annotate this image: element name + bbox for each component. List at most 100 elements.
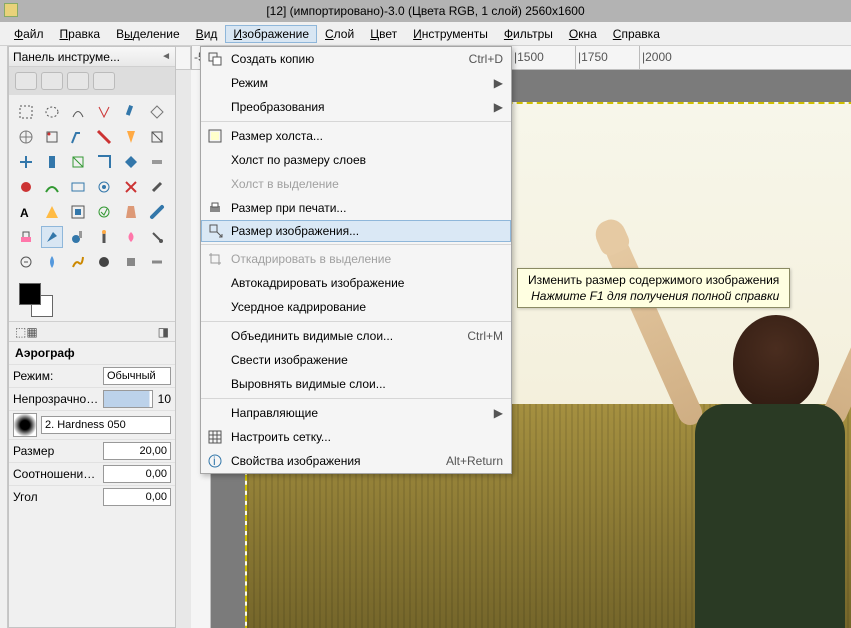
menu-цвет[interactable]: Цвет [362, 25, 405, 43]
tool-scissors[interactable] [146, 101, 168, 123]
tool-pencil[interactable] [146, 176, 168, 198]
menu-item-холст-по-размеру-слоев[interactable]: Холст по размеру слоев [201, 148, 511, 172]
brush-preview[interactable] [13, 413, 37, 437]
tool-line[interactable] [67, 251, 89, 273]
canvas-icon [207, 128, 223, 144]
tool-bucket-fill[interactable] [93, 176, 115, 198]
menu-item-label: Автокадрировать изображение [231, 276, 503, 290]
menu-слой[interactable]: Слой [317, 25, 362, 43]
menu-item-размер-изображения-[interactable]: Размер изображения... [201, 220, 511, 242]
tool-perspective-clone[interactable] [15, 226, 37, 248]
menu-item-автокадрировать-изображение[interactable]: Автокадрировать изображение [201, 271, 511, 295]
tool-color-picker[interactable] [67, 126, 89, 148]
menu-item-label: Усердное кадрирование [231, 300, 503, 314]
menu-item-усердное-кадрирование[interactable]: Усердное кадрирование [201, 295, 511, 319]
toolbox-panel: Панель инструме... ◄ A ⬚▦ ◨ Аэрограф Реж… [8, 46, 176, 628]
tool-align[interactable] [15, 151, 37, 173]
tool-tool39[interactable] [93, 251, 115, 273]
toolbox-tab[interactable] [41, 72, 63, 90]
menu-item-свойства-изображения[interactable]: iСвойства изображенияAlt+Return [201, 449, 511, 473]
menu-item-преобразования[interactable]: Преобразования▶ [201, 95, 511, 119]
menu-item-настроить-сетку-[interactable]: Настроить сетку... [201, 425, 511, 449]
menu-item-режим[interactable]: Режим▶ [201, 71, 511, 95]
tool-rotate[interactable] [67, 151, 89, 173]
toolbox-tab[interactable] [67, 72, 89, 90]
menu-item-shortcut: Alt+Return [446, 454, 503, 468]
options-tab-icon[interactable]: ⬚▦ [15, 325, 38, 339]
tool-flip[interactable] [15, 176, 37, 198]
tool-airbrush[interactable] [67, 201, 89, 223]
ruler-corner[interactable] [175, 46, 191, 70]
menu-правка[interactable]: Правка [52, 25, 109, 43]
menu-item-shortcut: Ctrl+M [467, 329, 503, 343]
menu-инструменты[interactable]: Инструменты [405, 25, 496, 43]
panel-menu-icon[interactable]: ◄ [161, 51, 171, 62]
toolbox-title[interactable]: Панель инструме... ◄ [9, 47, 175, 67]
menu-item-выровнять-видимые-слои-[interactable]: Выровнять видимые слои... [201, 372, 511, 396]
tool-zoom[interactable] [93, 126, 115, 148]
tool-free-select[interactable] [67, 101, 89, 123]
tool-perspective[interactable] [146, 151, 168, 173]
tool-blur[interactable] [41, 226, 63, 248]
tool-measure[interactable] [120, 126, 142, 148]
opt-ratio: Соотношение сто... 0,00 [9, 462, 175, 485]
menu-item-объединить-видимые-слои-[interactable]: Объединить видимые слои...Ctrl+M [201, 324, 511, 348]
options-tab-icon[interactable]: ◨ [158, 325, 169, 339]
opacity-slider[interactable] [103, 390, 153, 408]
window-title: [12] (импортировано)-3.0 (Цвета RGB, 1 с… [266, 4, 584, 18]
tool-shear[interactable] [120, 151, 142, 173]
menu-справка[interactable]: Справка [605, 25, 668, 43]
tool-crop[interactable] [41, 151, 63, 173]
tool-paintbrush[interactable]: A [15, 201, 37, 223]
tool-text[interactable] [67, 176, 89, 198]
ratio-field[interactable]: 0,00 [103, 465, 171, 483]
angle-field[interactable]: 0,00 [103, 488, 171, 506]
size-field[interactable]: 20,00 [103, 442, 171, 460]
tool-blend[interactable] [120, 176, 142, 198]
tool-tool40[interactable] [120, 251, 142, 273]
menu-item-создать-копию[interactable]: Создать копиюCtrl+D [201, 47, 511, 71]
tool-cage[interactable] [41, 176, 63, 198]
tool-ellipse-select[interactable] [41, 101, 63, 123]
menu-item-направляющие[interactable]: Направляющие▶ [201, 401, 511, 425]
tool-fuzzy-select[interactable] [93, 101, 115, 123]
tool-move[interactable] [146, 126, 168, 148]
tool-smudge[interactable] [67, 226, 89, 248]
menu-вид[interactable]: Вид [188, 25, 226, 43]
tool-curve[interactable] [146, 226, 168, 248]
print-icon [207, 200, 223, 216]
brush-select[interactable]: 2. Hardness 050 [41, 416, 171, 434]
menu-изображение[interactable]: Изображение [225, 25, 317, 43]
toolbox-tab[interactable] [15, 72, 37, 90]
window-titlebar: [12] (импортировано)-3.0 (Цвета RGB, 1 с… [0, 0, 851, 22]
toolbox-tabs[interactable] [9, 67, 175, 95]
tool-options-tabs[interactable]: ⬚▦ ◨ [9, 321, 175, 341]
tool-scale[interactable] [93, 151, 115, 173]
toolbox-tab[interactable] [93, 72, 115, 90]
tool-dodge[interactable] [93, 226, 115, 248]
tool-heal[interactable] [146, 201, 168, 223]
fg-color-swatch[interactable] [19, 283, 41, 305]
menu-item-размер-при-печати-[interactable]: Размер при печати... [201, 196, 511, 220]
menu-выделение[interactable]: Выделение [108, 25, 188, 43]
menu-item-свести-изображение[interactable]: Свести изображение [201, 348, 511, 372]
tool-rect-select[interactable] [15, 101, 37, 123]
tool-eraser[interactable] [41, 201, 63, 223]
menu-item-размер-холста-[interactable]: Размер холста... [201, 124, 511, 148]
toolbox-title-text: Панель инструме... [13, 50, 120, 64]
tool-paths[interactable] [41, 126, 63, 148]
menu-item-label: Преобразования [231, 100, 494, 114]
tool-drop[interactable] [120, 226, 142, 248]
tool-color-select[interactable] [120, 101, 142, 123]
tool-round[interactable] [15, 251, 37, 273]
menu-окна[interactable]: Окна [561, 25, 605, 43]
tool-ink[interactable] [93, 201, 115, 223]
tool-foreground-select[interactable] [15, 126, 37, 148]
mode-select[interactable]: Обычный [103, 367, 171, 385]
menu-фильтры[interactable]: Фильтры [496, 25, 561, 43]
menu-файл[interactable]: Файл [6, 25, 52, 43]
color-swatches[interactable] [9, 279, 175, 321]
tool-tool41[interactable] [146, 251, 168, 273]
tool-clone[interactable] [120, 201, 142, 223]
tool-rect2[interactable] [41, 251, 63, 273]
